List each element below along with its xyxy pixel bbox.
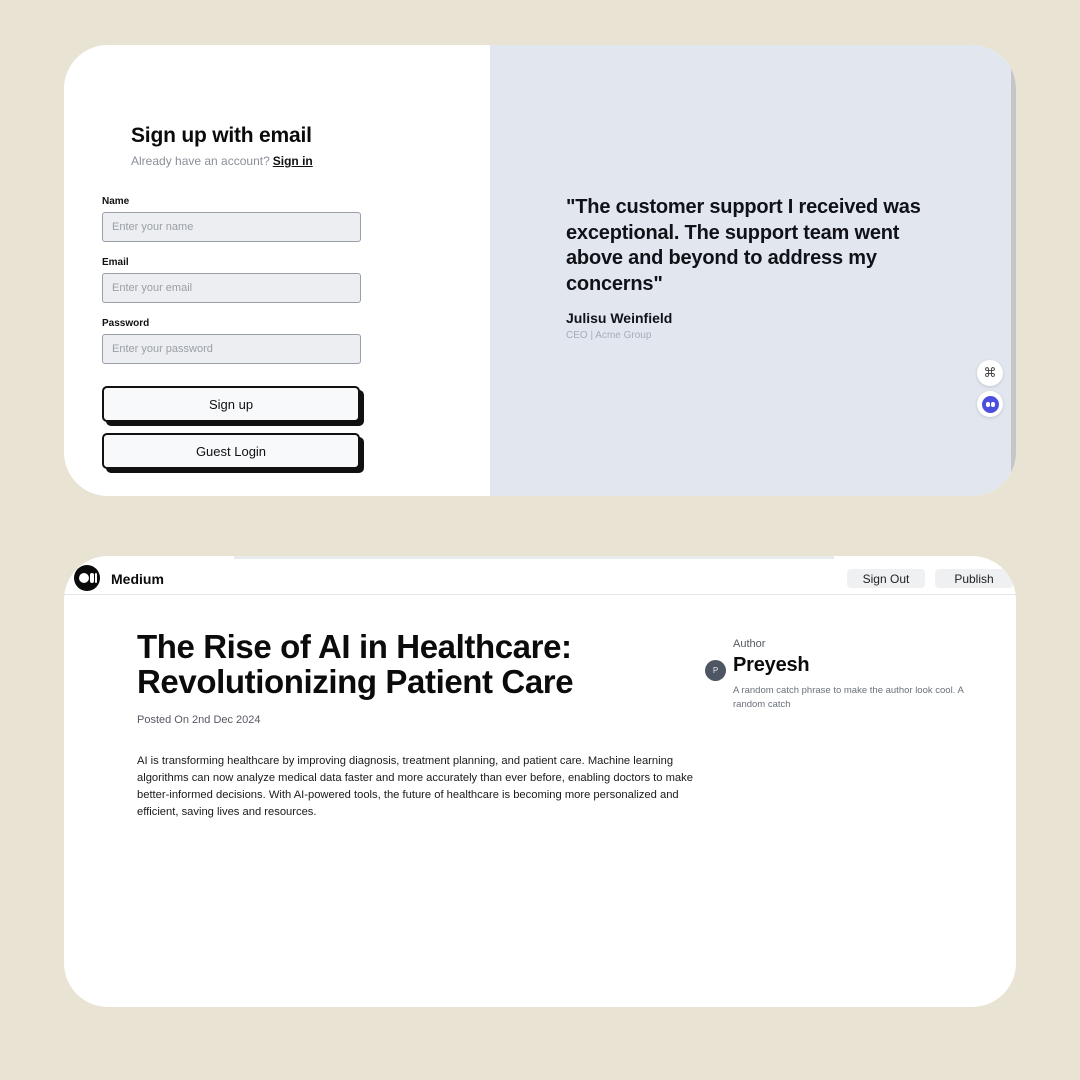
signup-window: Sign up with email Already have an accou… — [64, 45, 1016, 496]
top-navbar: Medium Sign Out Publish — [64, 562, 1016, 595]
email-label: Email — [102, 257, 129, 268]
window-top-shadow — [234, 556, 834, 559]
brand-name[interactable]: Medium — [111, 571, 164, 587]
signin-prompt-text: Already have an account? — [131, 154, 270, 168]
testimonial-panel: "The customer support I received was exc… — [490, 45, 1016, 496]
medium-logo-icon[interactable] — [74, 565, 100, 591]
shortcut-button[interactable]: ⌘ — [977, 360, 1003, 386]
signin-prompt: Already have an account? Sign in — [131, 154, 313, 168]
article-body: AI is transforming healthcare by improvi… — [137, 755, 693, 818]
publish-button[interactable]: Publish — [935, 569, 1013, 588]
author-name: Preyesh — [733, 654, 810, 676]
medium-window: Medium Sign Out Publish The Rise of AI i… — [64, 556, 1016, 1007]
extension-face-icon — [981, 395, 999, 413]
scrollbar[interactable] — [1011, 59, 1016, 481]
guest-login-button[interactable]: Guest Login — [102, 433, 360, 469]
testimonial-role: CEO | Acme Group — [566, 330, 652, 341]
testimonial-quote: "The customer support I received was exc… — [566, 196, 921, 295]
avatar: P — [705, 660, 726, 681]
signup-form-panel: Sign up with email Already have an accou… — [64, 45, 490, 496]
signin-link[interactable]: Sign in — [273, 154, 313, 168]
signup-button[interactable]: Sign up — [102, 386, 360, 422]
extension-button[interactable] — [977, 391, 1003, 417]
author-bio: A random catch phrase to make the author… — [733, 685, 964, 710]
posted-date: Posted On 2nd Dec 2024 — [137, 714, 261, 726]
signup-title: Sign up with email — [131, 124, 312, 147]
command-icon: ⌘ — [983, 365, 997, 380]
author-heading: Author — [733, 638, 766, 650]
email-input[interactable] — [102, 273, 361, 303]
name-input[interactable] — [102, 212, 361, 242]
article-title: The Rise of AI in Healthcare: Revolution… — [137, 628, 574, 700]
password-input[interactable] — [102, 334, 361, 364]
testimonial-author: Julisu Weinfield — [566, 310, 673, 326]
name-label: Name — [102, 196, 130, 207]
password-label: Password — [102, 318, 150, 329]
sign-out-button[interactable]: Sign Out — [847, 569, 925, 588]
